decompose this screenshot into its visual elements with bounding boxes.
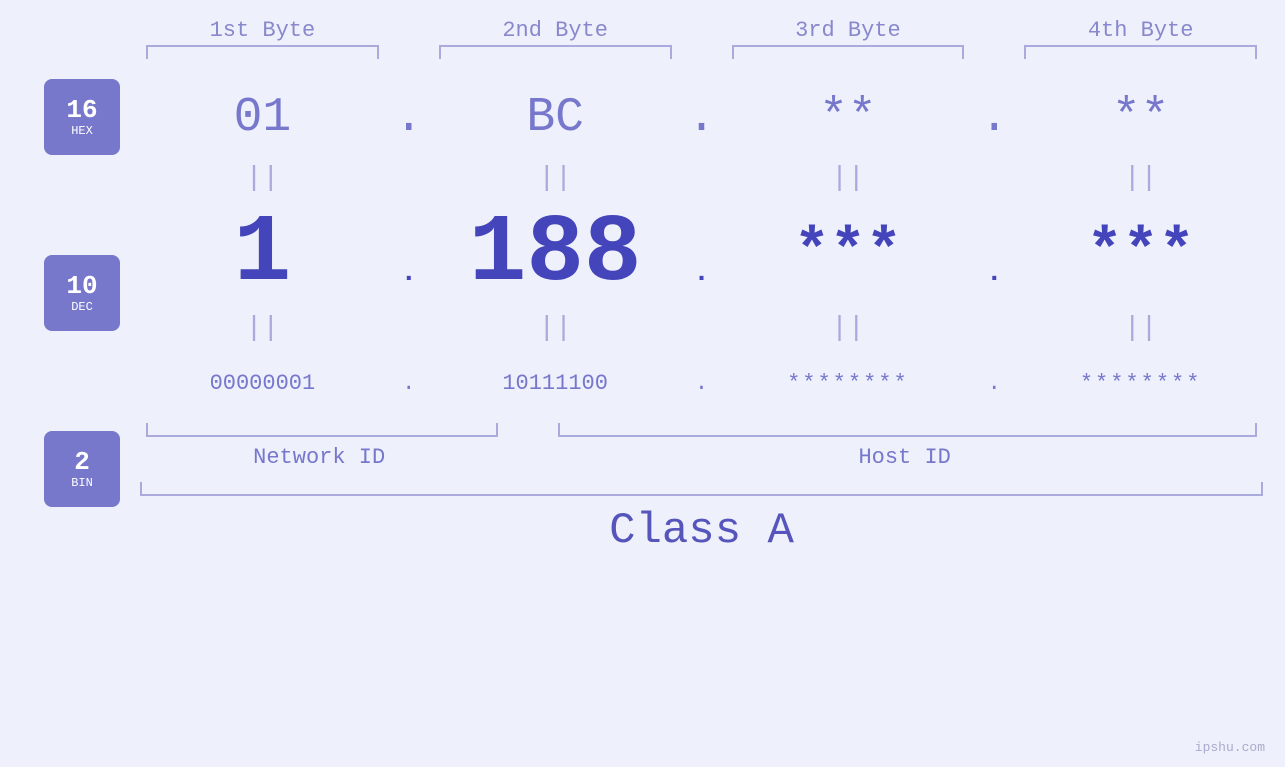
equals-row-2: || || || || xyxy=(140,309,1263,347)
bin-badge-label: BIN xyxy=(71,476,93,490)
equals-row-1: || || || || xyxy=(140,159,1263,197)
bin-row: 00000001 . 10111100 . ******** . *******… xyxy=(140,347,1263,419)
hex-val-3: ** xyxy=(726,91,971,145)
hex-val-4: ** xyxy=(1018,91,1263,145)
bin-sep-1: . xyxy=(385,371,433,396)
bin-sep-3: . xyxy=(970,371,1018,396)
bin-badge: 2 BIN xyxy=(44,431,120,507)
dec-badge-number: 10 xyxy=(66,272,97,301)
byte-header-1: 1st Byte xyxy=(140,18,385,43)
page-container: 1st Byte 2nd Byte 3rd Byte 4th Byte 16 H… xyxy=(0,0,1285,767)
hex-badge: 16 HEX xyxy=(44,79,120,155)
hex-val-1: 01 xyxy=(140,91,385,145)
hex-row: 01 . BC . ** . ** xyxy=(140,77,1263,159)
hex-val-2: BC xyxy=(433,91,678,145)
eq-2-1: || xyxy=(140,313,385,344)
byte-header-4: 4th Byte xyxy=(1018,18,1263,43)
dec-row: 1 . 188 . *** . *** xyxy=(140,197,1263,309)
network-id-label: Network ID xyxy=(140,445,498,470)
eq-2-3: || xyxy=(726,313,971,344)
eq-2-2: || xyxy=(433,313,678,344)
bottom-brackets xyxy=(140,423,1263,437)
hex-badge-number: 16 xyxy=(66,96,97,125)
hex-sep-3: . xyxy=(970,91,1018,145)
eq-2-4: || xyxy=(1018,313,1263,344)
bin-val-3: ******** xyxy=(726,371,971,396)
hex-badge-label: HEX xyxy=(71,124,93,138)
dec-sep-2: . xyxy=(678,218,726,289)
dec-badge: 10 DEC xyxy=(44,255,120,331)
dec-val-1: 1 xyxy=(140,199,385,308)
id-labels-row: Network ID Host ID xyxy=(140,445,1263,470)
dec-val-4: *** xyxy=(1018,219,1263,287)
eq-1-2: || xyxy=(433,163,678,194)
eq-1-4: || xyxy=(1018,163,1263,194)
eq-1-1: || xyxy=(140,163,385,194)
byte-header-2: 2nd Byte xyxy=(433,18,678,43)
hex-sep-1: . xyxy=(385,91,433,145)
host-id-label: Host ID xyxy=(546,445,1263,470)
watermark: ipshu.com xyxy=(1195,740,1265,755)
top-bracket-2 xyxy=(439,45,672,59)
network-id-bracket xyxy=(146,423,498,437)
top-bracket-1 xyxy=(146,45,379,59)
dec-sep-1: . xyxy=(385,218,433,289)
hex-sep-2: . xyxy=(678,91,726,145)
host-id-bracket xyxy=(558,423,1257,437)
bin-val-4: ******** xyxy=(1018,371,1263,396)
top-bracket-4 xyxy=(1024,45,1257,59)
dec-val-2: 188 xyxy=(433,199,678,308)
dec-val-3: *** xyxy=(726,219,971,287)
outer-bracket xyxy=(140,482,1263,496)
byte-header-3: 3rd Byte xyxy=(726,18,971,43)
bin-badge-number: 2 xyxy=(74,448,90,477)
dec-sep-3: . xyxy=(970,218,1018,289)
bin-val-1: 00000001 xyxy=(140,371,385,396)
eq-1-3: || xyxy=(726,163,971,194)
bin-val-2: 10111100 xyxy=(433,371,678,396)
top-bracket-3 xyxy=(732,45,965,59)
dec-badge-label: DEC xyxy=(71,300,93,314)
class-label: Class A xyxy=(140,506,1263,556)
bin-sep-2: . xyxy=(678,371,726,396)
